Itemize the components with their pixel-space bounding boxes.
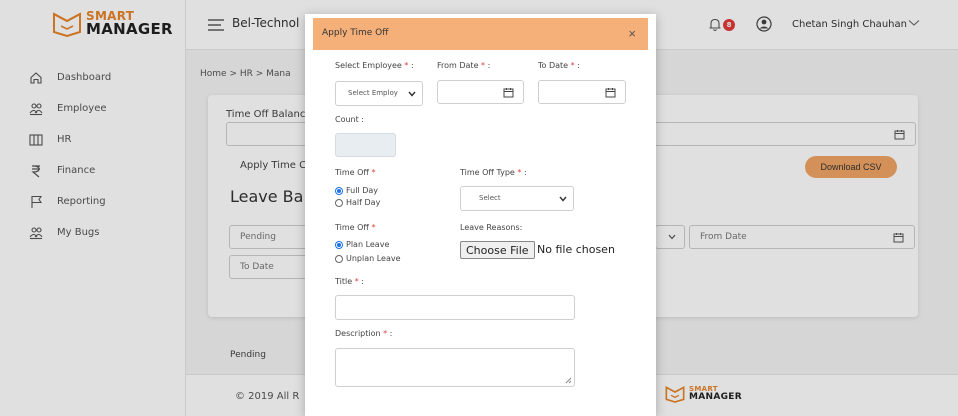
time-off-plan-label: Time Off * — [335, 223, 376, 232]
count-label: Count : — [335, 115, 364, 124]
select-employee-label: Select Employee * : — [335, 61, 414, 70]
calendar-icon — [605, 88, 616, 98]
apply-time-off-modal: Apply Time Off × Select Employee * : Sel… — [305, 14, 656, 416]
time-off-type-label: Time Off Type * : — [460, 168, 527, 177]
file-status-text: No file chosen — [537, 243, 615, 256]
plan-leave-radio[interactable]: Plan Leave — [335, 240, 389, 249]
select-employee-dropdown[interactable]: Select Employ — [335, 81, 423, 106]
time-off-type-dropdown[interactable]: Select — [460, 186, 574, 211]
half-day-label: Half Day — [346, 198, 381, 207]
radio-unselected[interactable] — [335, 198, 343, 207]
radio-selected[interactable] — [335, 240, 343, 249]
title-input[interactable] — [335, 295, 575, 320]
chevron-down-icon — [408, 91, 416, 97]
description-textarea[interactable] — [335, 348, 575, 387]
radio-unselected[interactable] — [335, 254, 343, 263]
choose-file-button[interactable]: Choose File — [460, 241, 535, 259]
resize-grip-icon[interactable] — [565, 377, 572, 384]
unplan-leave-label: Unplan Leave — [346, 254, 401, 263]
leave-reasons-label: Leave Reasons: — [460, 223, 523, 232]
title-label: Title * : — [335, 277, 364, 286]
select-employee-placeholder: Select Employ — [348, 89, 398, 97]
from-date-label: From Date * : — [437, 61, 491, 70]
radio-selected[interactable] — [335, 186, 343, 195]
modal-header: Apply Time Off × — [313, 18, 648, 50]
to-date-input[interactable] — [538, 80, 626, 104]
count-field — [335, 133, 396, 157]
from-date-input[interactable] — [437, 80, 524, 104]
unplan-leave-radio[interactable]: Unplan Leave — [335, 254, 401, 263]
modal-title: Apply Time Off — [322, 28, 389, 38]
chevron-down-icon — [559, 196, 567, 202]
plan-leave-label: Plan Leave — [346, 240, 390, 249]
description-label: Description * : — [335, 329, 393, 338]
time-off-label: Time Off * — [335, 168, 376, 177]
calendar-icon — [503, 88, 514, 98]
time-off-type-placeholder: Select — [479, 194, 501, 202]
close-button[interactable]: × — [628, 26, 636, 41]
to-date-label: To Date * : — [538, 61, 580, 70]
half-day-radio[interactable]: Half Day — [335, 198, 380, 207]
full-day-label: Full Day — [346, 186, 379, 195]
full-day-radio[interactable]: Full Day — [335, 186, 378, 195]
